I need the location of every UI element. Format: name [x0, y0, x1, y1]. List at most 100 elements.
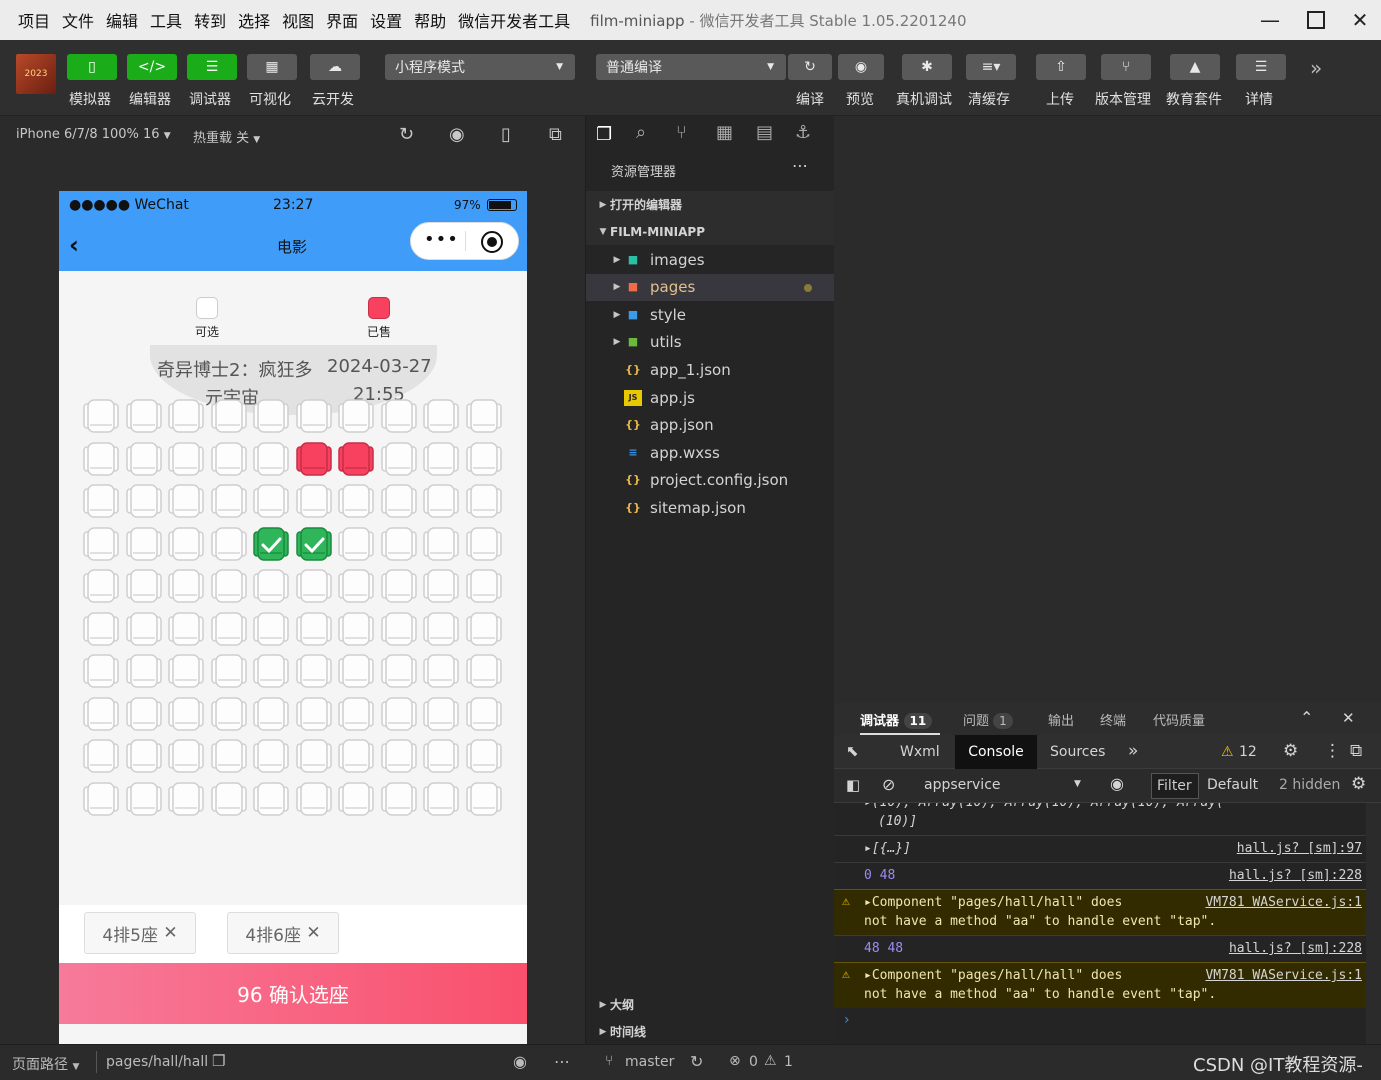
more-icon[interactable]: ⋯ — [554, 1052, 570, 1071]
seat-available[interactable] — [295, 568, 333, 606]
seat-available[interactable] — [465, 653, 503, 691]
minimize-icon[interactable]: — — [1247, 0, 1293, 40]
hot-reload-select[interactable]: 热重载 关 ▼ — [193, 127, 260, 146]
file-app-json[interactable]: {} app.json — [586, 412, 835, 439]
seat-available[interactable] — [465, 738, 503, 776]
compile-button[interactable]: ↻ — [788, 54, 832, 80]
seat-available[interactable] — [465, 781, 503, 819]
close-icon[interactable]: ✕ — [306, 923, 320, 943]
seat-available[interactable] — [125, 398, 163, 436]
seat-available[interactable] — [295, 611, 333, 649]
seat-available[interactable] — [422, 653, 460, 691]
warning-count[interactable]: 12 — [1239, 744, 1257, 760]
seat-available[interactable] — [82, 526, 120, 564]
popout-icon[interactable]: ⧉ — [549, 124, 562, 145]
seat-available[interactable] — [82, 653, 120, 691]
seat-available[interactable] — [422, 611, 460, 649]
seat-available[interactable] — [82, 611, 120, 649]
seat-available[interactable] — [167, 398, 205, 436]
seat-available[interactable] — [337, 526, 375, 564]
console-scrollbar[interactable] — [1366, 803, 1381, 1080]
source-link[interactable]: hall.js? [sm]:228 — [1229, 941, 1362, 956]
seat-available[interactable] — [422, 781, 460, 819]
filter-input[interactable]: Filter — [1151, 773, 1199, 799]
compile-mode-select[interactable]: 普通编译 ▼ — [596, 54, 786, 80]
phone-icon[interactable]: ▯ — [501, 124, 511, 145]
seat-available[interactable] — [210, 441, 248, 479]
seat-available[interactable] — [337, 568, 375, 606]
seat-available[interactable] — [465, 483, 503, 521]
source-link[interactable]: hall.js? [sm]:228 — [1229, 868, 1362, 883]
seat-available[interactable] — [125, 696, 163, 734]
seat-available[interactable] — [125, 526, 163, 564]
seat-available[interactable] — [210, 653, 248, 691]
seat-available[interactable] — [337, 738, 375, 776]
mode-select[interactable]: 小程序模式 ▼ — [385, 54, 575, 80]
menu-item-interface[interactable]: 界面 — [320, 8, 364, 32]
seat-available[interactable] — [465, 568, 503, 606]
seat-available[interactable] — [167, 781, 205, 819]
folder-images[interactable]: ▶ ■ images — [586, 246, 835, 273]
sidebar-toggle-icon[interactable]: ◧ — [846, 776, 860, 794]
git-branch[interactable]: master — [625, 1054, 674, 1070]
seat-available[interactable] — [465, 611, 503, 649]
eye-icon[interactable]: ◉ — [1110, 774, 1124, 793]
menu-item-file[interactable]: 文件 — [56, 8, 100, 32]
folder-pages[interactable]: ▶ ■ pages — [586, 273, 835, 301]
maximize-icon[interactable] — [1293, 0, 1339, 40]
seat-available[interactable] — [337, 696, 375, 734]
tab-debugger[interactable]: 调试器 11 — [860, 710, 933, 729]
error-count[interactable]: 0 — [749, 1054, 758, 1070]
seat-selected[interactable] — [252, 526, 290, 564]
device-debug-button[interactable]: ✱ — [902, 54, 952, 80]
source-link[interactable]: VM781 WAService.js:1 — [1205, 968, 1362, 983]
upload-button[interactable]: ⇧ — [1036, 54, 1086, 80]
seat-available[interactable] — [422, 398, 460, 436]
seat-available[interactable] — [295, 483, 333, 521]
education-button[interactable]: ▲ — [1170, 54, 1220, 80]
seat-available[interactable] — [252, 653, 290, 691]
back-icon[interactable]: ‹ — [69, 231, 79, 259]
seat-available[interactable] — [125, 483, 163, 521]
menu-item-edit[interactable]: 编辑 — [100, 8, 144, 32]
seat-available[interactable] — [252, 398, 290, 436]
extensions-icon[interactable]: ▦ — [716, 122, 733, 143]
seat-selected[interactable] — [295, 526, 333, 564]
seat-available[interactable] — [210, 483, 248, 521]
subtab-sources[interactable]: Sources — [1050, 744, 1105, 760]
console-log[interactable]: 48 48 hall.js? [sm]:228 — [834, 935, 1366, 962]
sync-icon[interactable]: ↻ — [690, 1052, 703, 1071]
seat-available[interactable] — [422, 526, 460, 564]
page-path[interactable]: pages/hall/hall — [106, 1054, 208, 1070]
selected-seat-chip[interactable]: 4排5座 ✕ — [84, 912, 196, 954]
close-circle-icon[interactable] — [481, 231, 503, 253]
copy-icon[interactable]: ❐ — [212, 1052, 225, 1070]
search-icon[interactable]: ⌕ — [636, 122, 646, 143]
seat-available[interactable] — [82, 781, 120, 819]
version-button[interactable]: ⑂ — [1101, 54, 1151, 80]
seat-available[interactable] — [380, 611, 418, 649]
file-sitemap-json[interactable]: {} sitemap.json — [586, 494, 835, 521]
outline-section[interactable]: ▶ 大纲 — [586, 991, 835, 1018]
seat-available[interactable] — [82, 483, 120, 521]
docker-icon[interactable]: ⚓ — [795, 122, 811, 143]
storage-icon[interactable]: ▤ — [756, 122, 773, 143]
avatar[interactable]: 2023 — [16, 54, 56, 94]
tab-output[interactable]: 输出 — [1048, 710, 1074, 729]
menu-item-help[interactable]: 帮助 — [408, 8, 452, 32]
seat-available[interactable] — [422, 738, 460, 776]
open-editors-section[interactable]: ▶ 打开的编辑器 — [586, 191, 835, 218]
seat-available[interactable] — [295, 398, 333, 436]
seat-available[interactable] — [465, 441, 503, 479]
console-settings-icon[interactable]: ⚙ — [1351, 774, 1366, 794]
seat-available[interactable] — [295, 653, 333, 691]
warning-count[interactable]: 1 — [784, 1054, 793, 1070]
simulator-button[interactable]: ▯ — [67, 54, 117, 80]
source-control-icon[interactable]: ⑂ — [676, 122, 687, 143]
seat-available[interactable] — [82, 568, 120, 606]
seat-available[interactable] — [252, 781, 290, 819]
menu-item-tools[interactable]: 工具 — [144, 8, 188, 32]
seat-available[interactable] — [252, 611, 290, 649]
seat-available[interactable] — [422, 696, 460, 734]
cloud-button[interactable]: ☁ — [310, 54, 360, 80]
